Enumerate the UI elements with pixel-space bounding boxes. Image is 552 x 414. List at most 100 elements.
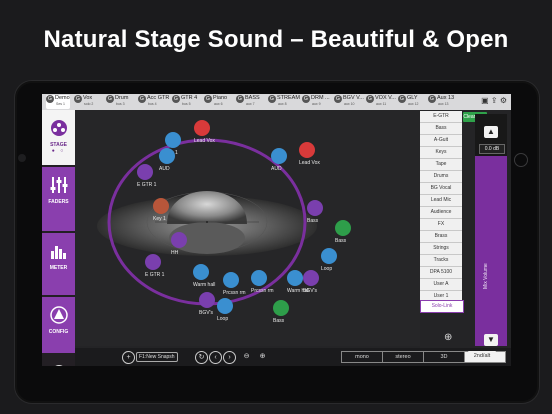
help-button[interactable]: ? bbox=[52, 365, 66, 366]
config-icon bbox=[49, 306, 68, 324]
mix-icon: G bbox=[172, 95, 180, 103]
sidebar-item-label: FADERS bbox=[48, 199, 69, 205]
share-icon[interactable]: ⇪ bbox=[491, 96, 498, 105]
sound-source-audience-icon[interactable]: AUD bbox=[271, 148, 287, 172]
tab-sublabel: aux 10 bbox=[344, 102, 355, 106]
refresh-icon[interactable]: ↻ bbox=[195, 351, 208, 364]
sidebar-item-config[interactable]: CONFIG bbox=[42, 297, 75, 353]
mode-3d[interactable]: 3D bbox=[423, 351, 465, 363]
source-label: Loop bbox=[321, 266, 332, 272]
zoom-out-icon[interactable]: ⊖ bbox=[241, 351, 252, 362]
tab-sublabel: aux 8 bbox=[278, 102, 287, 106]
sound-source-bass-icon[interactable]: Bass bbox=[335, 220, 351, 244]
source-label: Lead Vox bbox=[194, 138, 215, 144]
group-button[interactable]: Drums bbox=[420, 171, 462, 183]
group-button[interactable]: A-Guit bbox=[420, 135, 462, 147]
sidebar-item-faders[interactable]: FADERS bbox=[42, 167, 75, 231]
group-button[interactable]: DPA 5100 bbox=[420, 267, 462, 279]
sidebar-item-label: CONFIG bbox=[48, 329, 69, 335]
tab-mix-10[interactable]: G VOX V... aux 11 bbox=[366, 95, 396, 109]
fader-up-button[interactable]: ▲ bbox=[484, 126, 498, 138]
tab-sublabel: bus 3 bbox=[116, 102, 125, 106]
mix-icon: G bbox=[106, 95, 114, 103]
solo-link-button[interactable]: Solo-Link bbox=[420, 300, 464, 313]
group-button[interactable]: BG Vocal bbox=[420, 183, 462, 195]
mix-icon: G bbox=[334, 95, 342, 103]
alt-button[interactable]: 2nd/alt bbox=[468, 351, 496, 361]
mix-volume-fader[interactable]: ▲ 0.0 dB Mix Volume ▼ bbox=[475, 114, 507, 346]
fader-down-button[interactable]: ▼ bbox=[484, 334, 498, 346]
sound-source-loop-icon[interactable]: Loop bbox=[217, 298, 233, 322]
tab-mix-0[interactable]: G Demo Ses 1 bbox=[46, 95, 70, 109]
mix-icon: G bbox=[302, 95, 310, 103]
left-sidebar: STAGE ● ○ FADERS METER CONFIG bbox=[42, 110, 75, 366]
tab-mix-12[interactable]: G Aux 13 aux 13 bbox=[428, 95, 458, 109]
next-icon[interactable]: › bbox=[223, 351, 236, 364]
tablet-home-button bbox=[514, 153, 528, 167]
tab-mix-4[interactable]: G GTR 4 bus 5 bbox=[172, 95, 202, 109]
sound-source-mic-icon[interactable]: Lead Vox bbox=[299, 142, 320, 166]
sound-source-guitar-icon[interactable]: E GTR 1 bbox=[145, 254, 165, 278]
stage-canvas[interactable]: Lead VoxLead VoxKey 1AUDAUDE GTR 1Key 1B… bbox=[75, 110, 420, 346]
group-button[interactable]: Audience bbox=[420, 207, 462, 219]
group-button[interactable]: User A bbox=[420, 279, 462, 291]
keyboard-icon bbox=[165, 132, 181, 148]
mix-icon: G bbox=[236, 95, 244, 103]
mode-stereo[interactable]: stereo bbox=[382, 351, 424, 363]
sound-source-fx-icon[interactable]: Prcssn rm bbox=[223, 272, 246, 296]
meter-icon bbox=[50, 246, 66, 259]
group-button[interactable]: Lead Mic bbox=[420, 195, 462, 207]
group-button[interactable]: Tracks bbox=[420, 255, 462, 267]
sound-source-guitar-icon[interactable]: E GTR 1 bbox=[137, 164, 157, 188]
tab-mix-9[interactable]: G BGV V... aux 10 bbox=[334, 95, 364, 109]
hihat-icon bbox=[171, 232, 187, 248]
snapshot-button[interactable]: F1:New Snapsh bbox=[136, 352, 178, 362]
audience-icon bbox=[159, 148, 175, 164]
tab-mix-8[interactable]: G DRM ... aux 9 bbox=[302, 95, 332, 109]
fx-icon bbox=[223, 272, 239, 288]
mix-icon: G bbox=[366, 95, 374, 103]
sound-source-bass-icon[interactable]: Bass bbox=[307, 200, 323, 224]
tab-label: Drum bbox=[115, 95, 129, 101]
tab-label: Acc GTR bbox=[147, 95, 170, 101]
sound-source-fx-icon[interactable]: Prcssn rm bbox=[251, 270, 274, 294]
sound-source-loop-icon[interactable]: Loop bbox=[321, 248, 337, 272]
sound-source-bgv-icon[interactable]: BGV's bbox=[199, 292, 215, 316]
group-button[interactable]: Strings bbox=[420, 243, 462, 255]
tab-sublabel: aux 9 bbox=[312, 102, 321, 106]
group-button[interactable]: Tape bbox=[420, 159, 462, 171]
group-button[interactable]: Brass bbox=[420, 231, 462, 243]
stage-view[interactable]: Lead VoxLead VoxKey 1AUDAUDE GTR 1Key 1B… bbox=[75, 110, 420, 346]
save-icon[interactable]: ▣ bbox=[481, 96, 489, 105]
crosshair-icon[interactable]: ⊕ bbox=[444, 332, 452, 343]
drum-icon bbox=[153, 198, 169, 214]
settings-icon[interactable]: ⚙ bbox=[500, 96, 507, 105]
tab-mix-11[interactable]: G GLY aux 12 bbox=[398, 95, 426, 109]
tab-mix-7[interactable]: G STREAM aux 8 bbox=[268, 95, 300, 109]
sound-source-bgv-icon[interactable]: BGV's bbox=[303, 270, 319, 294]
stage-icon bbox=[50, 120, 67, 136]
group-button[interactable]: FX bbox=[420, 219, 462, 231]
group-button[interactable]: E-GTR bbox=[420, 111, 462, 123]
tab-label: Demo bbox=[55, 95, 70, 101]
zoom-in-icon[interactable]: ⊕ bbox=[257, 351, 268, 362]
mode-mono[interactable]: mono bbox=[341, 351, 383, 363]
mix-icon: G bbox=[428, 95, 436, 103]
sidebar-item-meter[interactable]: METER bbox=[42, 233, 75, 295]
group-button[interactable]: Keys bbox=[420, 147, 462, 159]
previous-icon[interactable]: ‹ bbox=[209, 351, 222, 364]
tab-mix-3[interactable]: G Acc GTR bus 4 bbox=[138, 95, 172, 109]
sound-source-bass-icon[interactable]: Bass bbox=[273, 300, 289, 324]
tab-mix-2[interactable]: G Drum bus 3 bbox=[106, 95, 136, 109]
mix-tab-bar: G Demo Ses 1 G Vox solo 2 G Drum bus 3 G Acc GT… bbox=[42, 94, 511, 110]
tab-mix-6[interactable]: G BASS aux 7 bbox=[236, 95, 266, 109]
add-icon[interactable]: + bbox=[122, 351, 135, 364]
tab-mix-5[interactable]: G Piano aux 6 bbox=[204, 95, 234, 109]
group-button[interactable]: Bass bbox=[420, 123, 462, 135]
tab-mix-1[interactable]: G Vox solo 2 bbox=[74, 95, 102, 109]
sidebar-item-stage[interactable]: STAGE ● ○ bbox=[42, 110, 75, 165]
sound-source-mic-icon[interactable]: Lead Vox bbox=[194, 120, 215, 144]
tab-label: Aux 13 bbox=[437, 95, 455, 101]
sound-source-audience-icon[interactable]: AUD bbox=[159, 148, 175, 172]
sound-source-fx-icon[interactable]: Warm hall bbox=[193, 264, 215, 288]
